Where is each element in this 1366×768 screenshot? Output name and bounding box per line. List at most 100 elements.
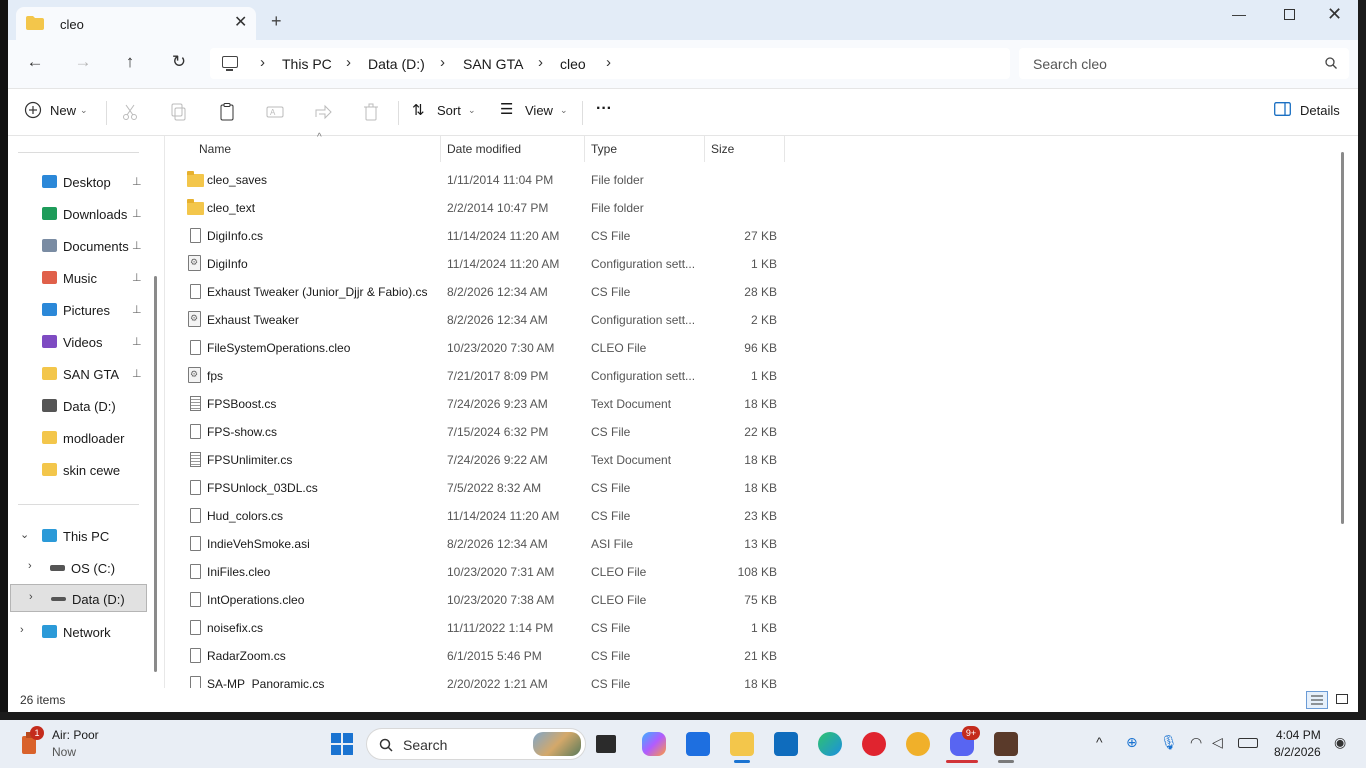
sidebar-item-os-c[interactable]: › OS (C:): [8, 554, 148, 582]
column-header-type[interactable]: Type: [591, 142, 617, 156]
taskbar-search[interactable]: Search: [366, 728, 586, 760]
game-icon[interactable]: [994, 732, 1018, 756]
tab-close-icon[interactable]: ✕: [234, 15, 247, 31]
pin-icon[interactable]: ⊥: [132, 367, 142, 380]
file-row[interactable]: IntOperations.cleo 10/23/2020 7:38 AM CLEO…: [165, 586, 785, 614]
chevron-right-icon[interactable]: ›: [29, 591, 33, 603]
edge-icon[interactable]: [818, 732, 842, 756]
sidebar-item-downloads[interactable]: Downloads ⊥: [8, 200, 148, 228]
file-row[interactable]: fps 7/21/2017 8:09 PM Configuration sett..…: [165, 362, 785, 390]
sidebar-item-videos[interactable]: Videos ⊥: [8, 328, 148, 356]
breadcrumb-san-gta[interactable]: SAN GTA: [463, 56, 523, 72]
pin-icon[interactable]: ⊥: [132, 175, 142, 188]
file-row[interactable]: FileSystemOperations.cleo 10/23/2020 7:30…: [165, 334, 785, 362]
breadcrumb-cleo[interactable]: cleo: [560, 56, 586, 72]
column-divider[interactable]: [584, 136, 585, 162]
chevron-right-icon[interactable]: ›: [538, 54, 543, 71]
microphone-icon[interactable]: 🎙: [1160, 734, 1178, 751]
chevron-right-icon[interactable]: ›: [20, 624, 24, 636]
app-icon[interactable]: [686, 732, 710, 756]
pin-icon[interactable]: ⊥: [132, 271, 142, 284]
file-row[interactable]: noisefix.cs 11/11/2022 1:14 PM CS File 1 KB: [165, 614, 785, 642]
clock-date[interactable]: 8/2/2026: [1274, 745, 1321, 759]
opera-icon[interactable]: [862, 732, 886, 756]
column-header-name[interactable]: Name: [199, 142, 231, 156]
chevron-right-icon[interactable]: ›: [28, 560, 32, 572]
column-divider[interactable]: [784, 136, 785, 162]
column-divider[interactable]: [704, 136, 705, 162]
volume-icon[interactable]: ◁: [1212, 734, 1223, 751]
battery-icon[interactable]: [1238, 738, 1258, 748]
chevron-right-icon[interactable]: ›: [346, 54, 351, 71]
column-header-size[interactable]: Size: [711, 142, 734, 156]
pin-icon[interactable]: ⊥: [132, 239, 142, 252]
sidebar-item-skin-cewe[interactable]: skin cewe: [8, 456, 148, 484]
breadcrumb-this-pc[interactable]: This PC: [282, 56, 332, 72]
file-list-scrollbar[interactable]: [1341, 152, 1344, 524]
file-row[interactable]: Exhaust Tweaker 8/2/2026 12:34 AM Configur…: [165, 306, 785, 334]
notification-icon[interactable]: ◉: [1334, 734, 1346, 751]
more-options-button[interactable]: ···: [596, 100, 612, 118]
sidebar-item-this-pc[interactable]: ⌄ This PC: [8, 522, 148, 550]
back-button[interactable]: ←: [23, 52, 47, 72]
file-explorer-icon[interactable]: [730, 732, 754, 756]
file-row[interactable]: DigiInfo 11/14/2024 11:20 AM Configuration…: [165, 250, 785, 278]
minimize-button[interactable]: —: [1232, 6, 1246, 22]
wifi-icon[interactable]: ◠: [1190, 734, 1202, 751]
file-row[interactable]: cleo_text 2/2/2014 10:47 PM File folder: [165, 194, 785, 222]
chevron-down-icon[interactable]: ⌄: [20, 528, 29, 541]
file-row[interactable]: DigiInfo.cs 11/14/2024 11:20 AM CS File 27 …: [165, 222, 785, 250]
new-tab-button[interactable]: +: [271, 12, 282, 30]
file-row[interactable]: FPSBoost.cs 7/24/2026 9:23 AM Text Documen…: [165, 390, 785, 418]
sidebar-item-pictures[interactable]: Pictures ⊥: [8, 296, 148, 324]
file-row[interactable]: FPS-show.cs 7/15/2024 6:32 PM CS File 22 KB: [165, 418, 785, 446]
file-row[interactable]: FPSUnlock_03DL.cs 7/5/2022 8:32 AM CS File…: [165, 474, 785, 502]
breadcrumb-data-d[interactable]: Data (D:): [368, 56, 425, 72]
file-row[interactable]: Hud_colors.cs 11/14/2024 11:20 AM CS File 2…: [165, 502, 785, 530]
chevron-up-icon[interactable]: ^: [1096, 734, 1103, 750]
pin-icon[interactable]: ⊥: [132, 303, 142, 316]
file-row[interactable]: IndieVehSmoke.asi 8/2/2026 12:34 AM ASI Fi…: [165, 530, 785, 558]
vpn-icon[interactable]: ⊕: [1126, 734, 1138, 751]
share-icon[interactable]: [313, 102, 333, 122]
sidebar-item-modloader[interactable]: modloader: [8, 424, 148, 452]
chevron-right-icon[interactable]: ›: [606, 54, 611, 71]
sidebar-item-data-d[interactable]: › Data (D:): [10, 584, 147, 612]
address-bar[interactable]: › This PC › Data (D:) › SAN GTA › cleo ›: [210, 48, 1010, 79]
maximize-button[interactable]: [1284, 9, 1295, 20]
file-row[interactable]: IniFiles.cleo 10/23/2020 7:31 AM CLEO File…: [165, 558, 785, 586]
paste-icon[interactable]: [217, 102, 237, 122]
column-header-date[interactable]: Date modified: [447, 142, 521, 156]
details-view-button[interactable]: [1306, 691, 1328, 709]
tab-cleo[interactable]: cleo ✕: [16, 7, 256, 40]
refresh-button[interactable]: ↻: [167, 52, 191, 72]
search-box[interactable]: Search cleo: [1019, 48, 1349, 79]
task-view-icon[interactable]: [596, 735, 616, 753]
file-row[interactable]: FPSUnlimiter.cs 7/24/2026 9:22 AM Text Doc…: [165, 446, 785, 474]
clock-time[interactable]: 4:04 PM: [1276, 728, 1321, 742]
close-button[interactable]: ✕: [1327, 4, 1342, 25]
file-row[interactable]: Exhaust Tweaker (Junior_Djjr & Fabio).cs…: [165, 278, 785, 306]
tiles-view-button[interactable]: [1332, 691, 1354, 709]
up-button[interactable]: ↑: [118, 52, 142, 72]
file-row[interactable]: RadarZoom.cs 6/1/2015 5:46 PM CS File 21 KB: [165, 642, 785, 670]
sidebar-item-documents[interactable]: Documents ⊥: [8, 232, 148, 260]
outlook-icon[interactable]: [774, 732, 798, 756]
file-row[interactable]: cleo_saves 1/11/2014 11:04 PM File folder: [165, 166, 785, 194]
delete-icon[interactable]: [361, 102, 381, 122]
chevron-right-icon[interactable]: ›: [260, 54, 265, 71]
pin-icon[interactable]: ⊥: [132, 335, 142, 348]
forward-button[interactable]: →: [71, 52, 95, 72]
rename-icon[interactable]: A: [265, 102, 285, 122]
cut-icon[interactable]: [120, 102, 140, 122]
sidebar-item-network[interactable]: › Network: [8, 618, 148, 646]
copilot-icon[interactable]: [642, 732, 666, 756]
sidebar-item-music[interactable]: Music ⊥: [8, 264, 148, 292]
sidebar-scrollbar[interactable]: [154, 276, 157, 672]
copy-icon[interactable]: [169, 102, 189, 122]
column-divider[interactable]: [440, 136, 441, 162]
sidebar-item-san-gta[interactable]: SAN GTA ⊥: [8, 360, 148, 388]
sidebar-item-desktop[interactable]: Desktop ⊥: [8, 168, 148, 196]
pin-icon[interactable]: ⊥: [132, 207, 142, 220]
chevron-right-icon[interactable]: ›: [440, 54, 445, 71]
